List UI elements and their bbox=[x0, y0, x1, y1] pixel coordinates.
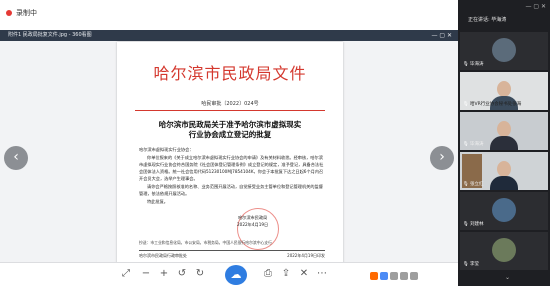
ime-keyboard-icon bbox=[400, 271, 408, 280]
participant-name: 刘建林 bbox=[470, 222, 484, 227]
delete-icon[interactable]: ✕ bbox=[298, 268, 310, 280]
zoom-out-icon[interactable]: − bbox=[140, 268, 152, 280]
prev-image-button[interactable]: ‹ bbox=[4, 146, 28, 170]
mic-icon: 🎙 bbox=[463, 182, 469, 187]
participant-name: 毕海涛 bbox=[470, 142, 484, 147]
closing-line: 特此批复。 bbox=[147, 199, 168, 204]
viewer-toolbar: ⤢ − + ↺ ↻ ☁ ⎙ ⇪ ✕ ⋯ bbox=[0, 262, 458, 286]
mic-icon: 🎙 bbox=[463, 222, 469, 227]
viewer-window-controls[interactable]: — ▢ ✕ bbox=[431, 30, 452, 41]
signature-block: 哈尔滨市民政局 2022年4月19日 bbox=[237, 214, 268, 228]
mic-icon: 🎙 bbox=[463, 262, 469, 267]
participant-name: 张立红 bbox=[470, 182, 484, 187]
viewer-window-title: 附件1 民政局批复文件.jpg - 360看图 bbox=[8, 32, 92, 38]
participant-tile[interactable]: 🎙 毕海涛 bbox=[460, 32, 548, 70]
participant-tile[interactable]: 🎙 张立红 bbox=[460, 152, 548, 190]
recording-label: 录制中 bbox=[16, 9, 37, 17]
collapse-panel-icon[interactable]: ⌄ bbox=[505, 274, 510, 281]
zoom-in-icon[interactable]: + bbox=[158, 268, 170, 280]
document-number: 哈民审批〔2022〕024号 bbox=[201, 101, 259, 107]
video-feed bbox=[488, 158, 520, 190]
participant-tile[interactable]: 🎙 哈VR行业协会秘书处张海 bbox=[460, 72, 548, 110]
cloud-icon[interactable]: ☁ bbox=[225, 265, 247, 285]
avatar bbox=[492, 38, 516, 62]
participant-tile[interactable]: 🎙 毕海涛 bbox=[460, 112, 548, 150]
rotate-right-icon[interactable]: ↻ bbox=[194, 268, 206, 280]
ime-lang-icon bbox=[380, 271, 388, 280]
participant-name: 哈VR行业协会秘书处张海 bbox=[470, 102, 522, 107]
addressee: 哈尔滨市虚拟现实行业协会： bbox=[139, 147, 194, 152]
document-title-line2: 行业协会成立登记的批复 bbox=[188, 130, 272, 139]
viewer-title-bar: 附件1 民政局批复文件.jpg - 360看图 bbox=[0, 30, 458, 41]
panel-window-controls[interactable]: — ▢ ✕ bbox=[525, 3, 546, 10]
cc-line: 抄送：市工业和信息化局，市公安局，市税务局，中国人民银行哈尔滨中心支行 bbox=[139, 240, 272, 245]
participant-tile[interactable]: 🎙 李莹 bbox=[460, 232, 548, 270]
document-header: 哈尔滨市民政局文件 bbox=[153, 64, 307, 83]
mic-icon: 🎙 bbox=[463, 62, 469, 67]
header-divider bbox=[135, 110, 325, 111]
participants-panel: 正在讲话: 毕海涛 — ▢ ✕ 🎙 毕海涛 🎙 哈VR行业协会秘书处张海 🎙 毕… bbox=[458, 0, 550, 286]
document-body: 哈尔滨市虚拟现实行业协会： 你单位报来的《关于成立哈尔滨市虚拟现实行业协会的申请… bbox=[139, 146, 325, 206]
participant-name: 毕海涛 bbox=[470, 62, 484, 67]
body-paragraph-2: 请你会严格按照核准的名称、业务范围开展活动，自觉接受业务主管单位和登记管理机关的… bbox=[139, 184, 323, 196]
document-title: 哈尔滨市民政局关于准予哈尔滨市虚拟现实 行业协会成立登记的批复 bbox=[139, 120, 321, 140]
video-feed bbox=[488, 118, 520, 150]
footer-date: 2022年4月19日印发 bbox=[287, 253, 325, 258]
mic-icon: 🎙 bbox=[463, 142, 469, 147]
participant-tile[interactable]: 🎙 刘建林 bbox=[460, 192, 548, 230]
chevron-right-icon: › bbox=[439, 149, 445, 165]
sign-date: 2022年4月19日 bbox=[237, 222, 269, 227]
fit-window-icon[interactable]: ⤢ bbox=[120, 268, 132, 280]
recording-dot-icon bbox=[6, 10, 12, 16]
avatar bbox=[492, 198, 516, 222]
signer: 哈尔滨市民政局 bbox=[237, 215, 268, 220]
footer-divider bbox=[139, 250, 325, 251]
ime-settings-icon bbox=[410, 271, 418, 280]
document-footer: 哈尔滨市民政局行政审批处 2022年4月19日印发 bbox=[139, 253, 325, 259]
participant-name: 李莹 bbox=[470, 262, 479, 267]
share-icon[interactable]: ⇪ bbox=[280, 268, 292, 280]
document-title-line1: 哈尔滨市民政局关于准予哈尔滨市虚拟现实 bbox=[158, 120, 302, 129]
recording-indicator: 录制中 bbox=[6, 8, 37, 18]
print-icon[interactable]: ⎙ bbox=[262, 268, 274, 280]
next-image-button[interactable]: › bbox=[430, 146, 454, 170]
rotate-left-icon[interactable]: ↺ bbox=[176, 268, 188, 280]
body-paragraph-1: 你单位报来的《关于成立哈尔滨市虚拟现实行业协会的申请》及有关材料收悉。经审核，哈… bbox=[139, 155, 324, 181]
document-page: 哈尔滨市民政局文件 哈民审批〔2022〕024号 哈尔滨市民政局关于准予哈尔滨市… bbox=[117, 42, 343, 268]
ime-punct-icon bbox=[390, 271, 398, 280]
footer-org: 哈尔滨市民政局行政审批处 bbox=[139, 253, 187, 258]
more-icon[interactable]: ⋯ bbox=[316, 268, 328, 280]
ime-logo-icon bbox=[370, 271, 378, 280]
speaking-indicator: 正在讲话: 毕海涛 bbox=[468, 17, 507, 23]
avatar bbox=[492, 238, 516, 262]
input-method-bar[interactable] bbox=[370, 270, 425, 281]
mic-icon: 🎙 bbox=[463, 102, 469, 107]
chevron-left-icon: ‹ bbox=[13, 149, 19, 165]
